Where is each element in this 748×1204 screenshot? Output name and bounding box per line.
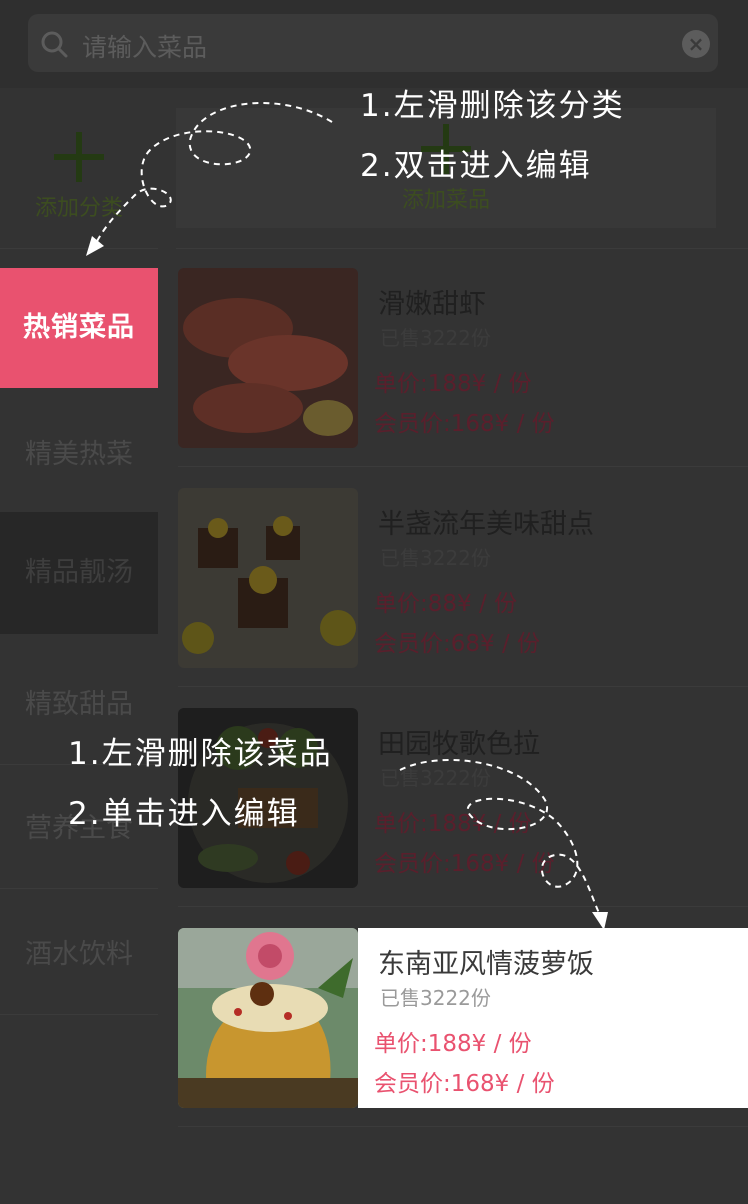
dish-tip-line2: 2.单击进入编辑 [68,796,300,832]
dish-image [178,928,358,1108]
divider [178,466,748,467]
divider [0,888,158,889]
dish-sold: 已售3222份 [380,766,491,790]
clear-icon[interactable]: × [682,30,710,58]
dish-vip-price: 会员价:168¥ / 份 [374,851,555,877]
dish-image [178,488,358,668]
dish-vip-price: 会员价:68¥ / 份 [374,631,541,657]
add-category-button[interactable]: 添加分类 [0,108,158,248]
category-sidebar: 添加分类 热销菜品 精美热菜 精品靓汤 精致甜品 营养主食 酒水饮料 [0,88,158,1204]
divider [0,1014,158,1015]
search-icon [41,31,68,58]
dish-price: 单价:188¥ / 份 [374,1031,532,1057]
add-category-label: 添加分类 [34,196,123,221]
category-item-drinks[interactable]: 酒水饮料 [0,894,158,1016]
dish-image [178,268,358,448]
category-item-hot-dishes[interactable]: 精美热菜 [0,394,158,516]
dish-name: 东南亚风情菠萝饭 [378,949,594,980]
dish-name: 田园牧歌色拉 [378,729,540,760]
search-input[interactable]: 请输入菜品 [82,28,207,64]
category-tip-line1: 1.左滑删除该分类 [360,88,625,124]
add-dish-label: 添加菜品 [401,188,490,213]
top-bar: 请输入菜品 × [0,0,748,88]
dish-sold: 已售3222份 [380,546,491,570]
dish-item[interactable]: 半盏流年美味甜点 已售3222份 单价:88¥ / 份 会员价:68¥ / 份 [178,488,748,668]
dish-item-highlighted[interactable]: 东南亚风情菠萝饭 已售3222份 单价:188¥ / 份 会员价:168¥ / … [178,928,748,1108]
dish-item[interactable]: 滑嫩甜虾 已售3222份 单价:188¥ / 份 会员价:168¥ / 份 [178,268,748,448]
dish-price: 单价:188¥ / 份 [374,371,532,397]
dish-tip-line1: 1.左滑删除该菜品 [68,736,333,772]
divider [178,1126,748,1127]
dish-name: 半盏流年美味甜点 [378,509,594,540]
dish-sold: 已售3222份 [380,326,491,350]
category-item-hot[interactable]: 热销菜品 [0,268,158,388]
dish-vip-price: 会员价:168¥ / 份 [374,1071,555,1097]
dish-name: 滑嫩甜虾 [378,289,486,320]
divider [0,248,158,249]
dish-price: 单价:188¥ / 份 [374,811,532,837]
dish-sold: 已售3222份 [380,986,491,1010]
divider [176,248,748,249]
category-item-soup[interactable]: 精品靓汤 [0,512,158,634]
category-tip-line2: 2.双击进入编辑 [360,148,592,184]
dish-list: 添加菜品 滑嫩甜虾 已售3222份 单价:188¥ / 份 会员价:168¥ /… [158,88,748,1204]
divider [178,906,748,907]
dish-price: 单价:88¥ / 份 [374,591,518,617]
divider [178,686,748,687]
search-bar[interactable]: 请输入菜品 × [28,14,718,72]
plus-icon [54,132,104,182]
dish-vip-price: 会员价:168¥ / 份 [374,411,555,437]
